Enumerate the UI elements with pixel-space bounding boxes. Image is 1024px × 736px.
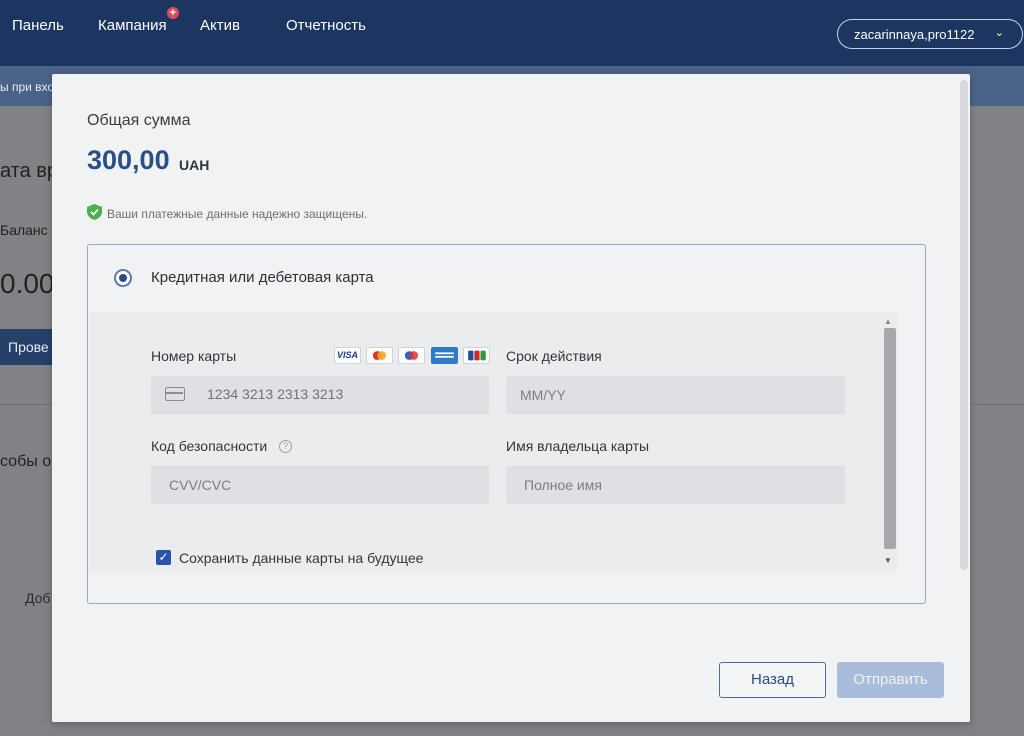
cvv-label: Код безопасности	[151, 438, 268, 454]
nav-item-reports[interactable]: Отчетность	[286, 17, 366, 34]
card-method-radio[interactable]	[114, 269, 132, 287]
expiry-label: Срок действия	[506, 348, 602, 364]
nav-item-campaign[interactable]: Кампания	[98, 17, 167, 34]
back-button[interactable]: Назад	[719, 662, 826, 698]
add-method-link[interactable]: Доб	[25, 590, 50, 606]
mastercard-icon	[366, 347, 393, 364]
currency-code: UAH	[179, 157, 210, 173]
total-amount: 300,00	[87, 145, 170, 175]
expiry-placeholder: MM/YY	[520, 387, 566, 403]
card-number-input[interactable]: 1234 3213 2313 3213	[151, 376, 489, 414]
expiry-input[interactable]: MM/YY	[506, 376, 845, 414]
submit-button[interactable]: Отправить	[837, 662, 944, 698]
total-label: Общая сумма	[87, 112, 191, 129]
cvv-placeholder: CVV/CVC	[169, 477, 232, 493]
cardholder-input[interactable]: Полное имя	[506, 466, 845, 504]
payment-methods-heading: собы о	[0, 453, 52, 470]
maestro-icon	[398, 347, 425, 364]
credit-card-icon	[165, 387, 185, 401]
balance-label: Баланс к	[0, 222, 58, 238]
shield-check-icon	[87, 204, 102, 220]
secure-notice: Ваши платежные данные надежно защищены.	[107, 207, 368, 221]
cvv-input[interactable]: CVV/CVC	[151, 466, 489, 504]
save-card-label: Сохранить данные карты на будущее	[179, 550, 424, 566]
top-nav: Панель Кампания + Актив Отчетность zacar…	[0, 0, 1024, 66]
scroll-down-arrow[interactable]: ▼	[884, 556, 892, 565]
card-number-label: Номер карты	[151, 348, 237, 364]
balance-value: 0.00	[0, 268, 55, 299]
chevron-down-icon: ⌄	[994, 27, 1004, 39]
user-account-dropdown[interactable]: zacarinnaya,pro1122 ⌄	[837, 19, 1023, 49]
help-icon[interactable]: ?	[279, 440, 292, 453]
amex-icon	[431, 347, 458, 364]
card-form-scrollbar[interactable]	[884, 328, 896, 549]
save-card-checkbox[interactable]: ✓	[156, 550, 171, 565]
visa-icon: VISA	[334, 347, 361, 364]
card-number-value: 1234 3213 2313 3213	[207, 386, 344, 402]
modal-scrollbar[interactable]	[960, 80, 968, 570]
cardholder-label: Имя владельца карты	[506, 438, 650, 454]
nav-item-assets[interactable]: Актив	[200, 17, 240, 34]
notification-badge: +	[167, 7, 179, 19]
page-heading: ата вр	[0, 160, 59, 182]
scroll-up-arrow[interactable]: ▲	[884, 317, 892, 326]
user-name: zacarinnaya,pro1122	[854, 27, 975, 42]
jcb-icon	[463, 347, 490, 364]
cardholder-placeholder: Полное имя	[524, 477, 602, 493]
card-method-label: Кредитная или дебетовая карта	[151, 269, 374, 286]
nav-item-dashboard[interactable]: Панель	[12, 17, 64, 34]
